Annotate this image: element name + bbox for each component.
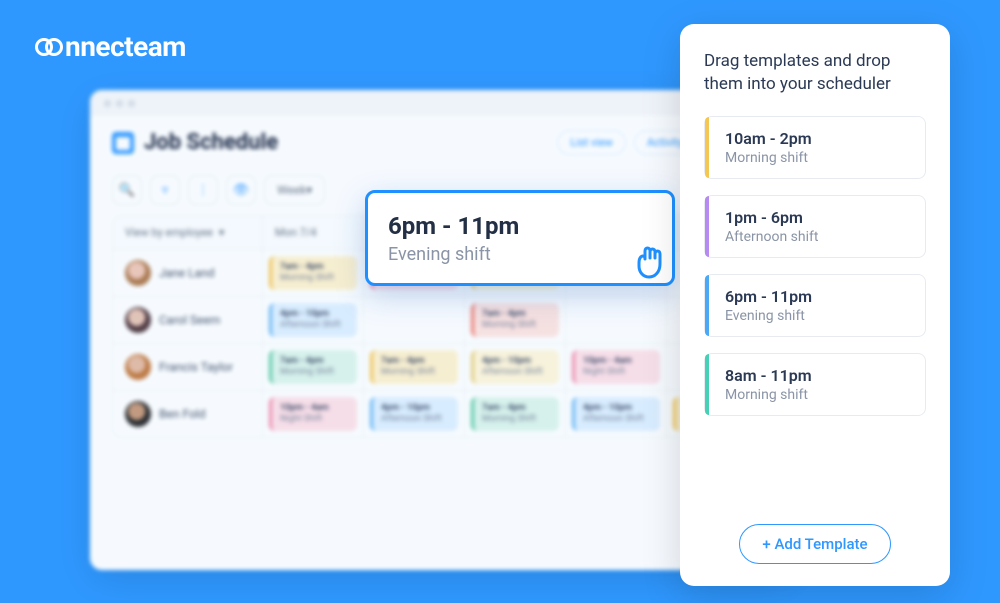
day-column-header: Mon 7/4 [263,216,364,249]
template-card[interactable]: 8am - 11pm Morning shift [704,353,926,416]
shift-chip[interactable]: 4pm - 10pmAfternoon Shift [572,397,660,431]
logo-rings-icon [35,38,63,56]
template-card[interactable]: 6pm - 11pm Evening shift [704,274,926,337]
shift-chip[interactable]: 7am - 4pmMorning Shift [269,350,357,384]
shift-chip[interactable]: 7am - 4pmMorning Shift [471,397,559,431]
employee-name: Francis Taylor [159,360,233,374]
template-card[interactable]: 1pm - 6pm Afternoon shift [704,195,926,258]
more-button[interactable]: ⋮ [188,175,218,205]
add-template-button[interactable]: + Add Template [739,524,890,564]
employee-name: Carol Seem [159,313,220,327]
filter-button[interactable]: ▿ [150,175,180,205]
search-button[interactable]: 🔍 [112,175,142,205]
employee-name: Ben Fold [159,407,205,421]
shift-chip[interactable]: 10pm - 4amNight Shift [269,397,357,431]
shift-chip[interactable]: 7am - 4pmMorning Shift [269,256,357,290]
avatar [125,307,151,333]
employee-name: Jane Land [159,266,215,280]
table-row: Ben Fold 10pm - 4amNight Shift 4pm - 10p… [113,391,767,437]
page-title: Job Schedule [112,130,278,155]
shift-chip[interactable]: 4pm - 10pmAfternoon Shift [370,397,458,431]
brand-logo: nnecteam [35,30,186,63]
dragged-label: Evening shift [388,244,652,265]
calendar-icon [112,132,134,154]
avatar [125,260,151,286]
templates-panel: Drag templates and drop them into your s… [680,24,950,586]
dragged-time: 6pm - 11pm [388,212,652,240]
shift-chip[interactable]: 4pm - 10pmAfternoon Shift [269,303,357,337]
template-card[interactable]: 10am - 2pm Morning shift [704,116,926,179]
table-row: Francis Taylor 7am - 4pmMorning Shift 7a… [113,344,767,391]
table-row: Carol Seem 4pm - 10pmAfternoon Shift 7am… [113,297,767,344]
visibility-button[interactable]: 👁 [226,175,256,205]
dragged-template-card[interactable]: 6pm - 11pm Evening shift [365,190,675,286]
list-view-button[interactable]: List view [557,130,626,155]
avatar [125,354,151,380]
brand-name: nnecteam [65,30,186,63]
week-selector[interactable]: Week ▾ [264,175,325,205]
shift-chip[interactable]: 10pm - 4amNight Shift [572,350,660,384]
shift-chip[interactable]: 7am - 4pmMorning Shift [471,303,559,337]
avatar [125,401,151,427]
view-by-selector[interactable]: View by employee ▾ [113,216,263,249]
shift-chip[interactable]: 7am - 4pmMorning Shift [370,350,458,384]
shift-chip[interactable]: 4pm - 10pmAfternoon Shift [471,350,559,384]
grab-cursor-icon [624,235,676,287]
templates-heading: Drag templates and drop them into your s… [704,50,926,96]
